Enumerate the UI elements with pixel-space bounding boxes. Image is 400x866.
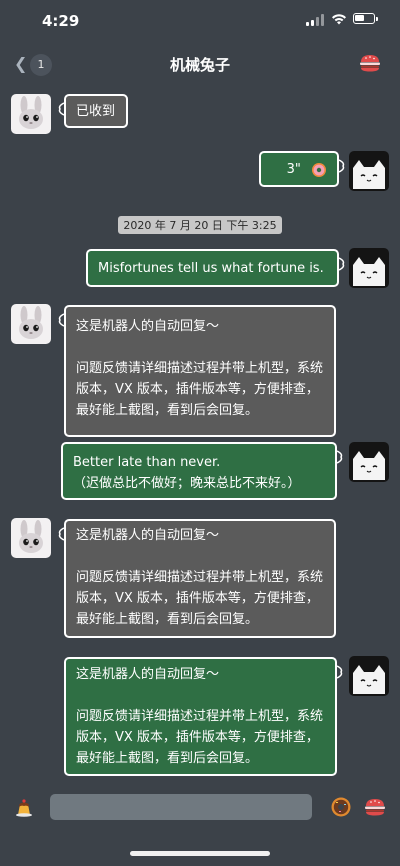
burger-icon[interactable] — [364, 796, 386, 818]
bubble-tail — [58, 313, 65, 327]
cat-avatar[interactable] — [349, 248, 389, 288]
timestamp: 2020 年 7 月 20 日 下午 3:25 — [0, 214, 400, 234]
message-text: Misfortunes tell us what fortune is. — [98, 261, 324, 276]
voice-duration: 3" — [286, 162, 301, 177]
donut-icon — [312, 162, 326, 177]
wifi-icon — [332, 14, 346, 25]
bubble-tail — [338, 159, 345, 173]
home-indicator[interactable] — [130, 851, 270, 856]
cat-face-icon — [353, 160, 385, 189]
rabbit-face-icon — [19, 306, 43, 339]
message-input[interactable] — [50, 794, 312, 820]
bubble-tail — [336, 665, 343, 679]
cat-face-icon — [353, 665, 385, 694]
message-bubble[interactable]: 这是机器人的自动回复～ 问题反馈请详细描述过程并带上机型，系统版本，VX 版本，… — [64, 657, 343, 776]
rabbit-avatar[interactable] — [11, 94, 51, 134]
status-bar: 4:29 — [0, 0, 400, 44]
pudding-icon[interactable] — [13, 796, 35, 818]
bubble-tail — [338, 257, 345, 271]
battery-icon — [353, 13, 378, 24]
cat-face-icon — [353, 257, 385, 286]
bubble-tail — [58, 102, 65, 116]
burger-icon[interactable] — [359, 53, 381, 73]
status-time: 4:29 — [42, 12, 80, 30]
donut-icon[interactable] — [330, 796, 352, 818]
cat-avatar[interactable] — [349, 656, 389, 696]
message-bubble[interactable]: Misfortunes tell us what fortune is. — [86, 249, 345, 287]
chat-title: 机械兔子 — [169, 56, 230, 74]
cat-face-icon — [353, 451, 385, 480]
message-text: 这是机器人的自动回复～ 问题反馈请详细描述过程并带上机型，系统版本，VX 版本，… — [76, 528, 324, 627]
cat-avatar[interactable] — [349, 442, 389, 482]
input-bar — [0, 788, 400, 828]
message-text: 这是机器人的自动回复～ 问题反馈请详细描述过程并带上机型，系统版本，VX 版本，… — [76, 667, 324, 766]
rabbit-face-icon — [19, 520, 43, 553]
rabbit-avatar[interactable] — [11, 304, 51, 344]
message-bubble[interactable]: 3" — [259, 151, 345, 187]
signal-icon — [306, 14, 328, 26]
bubble-tail — [58, 527, 65, 541]
message-bubble[interactable]: 这是机器人的自动回复～ 问题反馈请详细描述过程并带上机型，系统版本，VX 版本，… — [58, 519, 336, 638]
nav-bar: ❮ 1 机械兔子 — [0, 44, 400, 84]
rabbit-avatar[interactable] — [11, 518, 51, 558]
message-bubble[interactable]: 已收到 — [58, 94, 128, 128]
message-text: 这是机器人的自动回复～ 问题反馈请详细描述过程并带上机型，系统版本，VX 版本，… — [76, 319, 324, 418]
bubble-tail — [336, 450, 343, 464]
message-text: 已收到 — [76, 104, 116, 119]
cat-avatar[interactable] — [349, 151, 389, 191]
message-text: Better late than never. （迟做总比不做好；晚来总比不来好… — [73, 455, 301, 491]
message-bubble[interactable]: 这是机器人的自动回复～ 问题反馈请详细描述过程并带上机型，系统版本，VX 版本，… — [58, 305, 336, 437]
message-bubble[interactable]: Better late than never. （迟做总比不做好；晚来总比不来好… — [61, 442, 343, 500]
rabbit-face-icon — [19, 96, 43, 129]
